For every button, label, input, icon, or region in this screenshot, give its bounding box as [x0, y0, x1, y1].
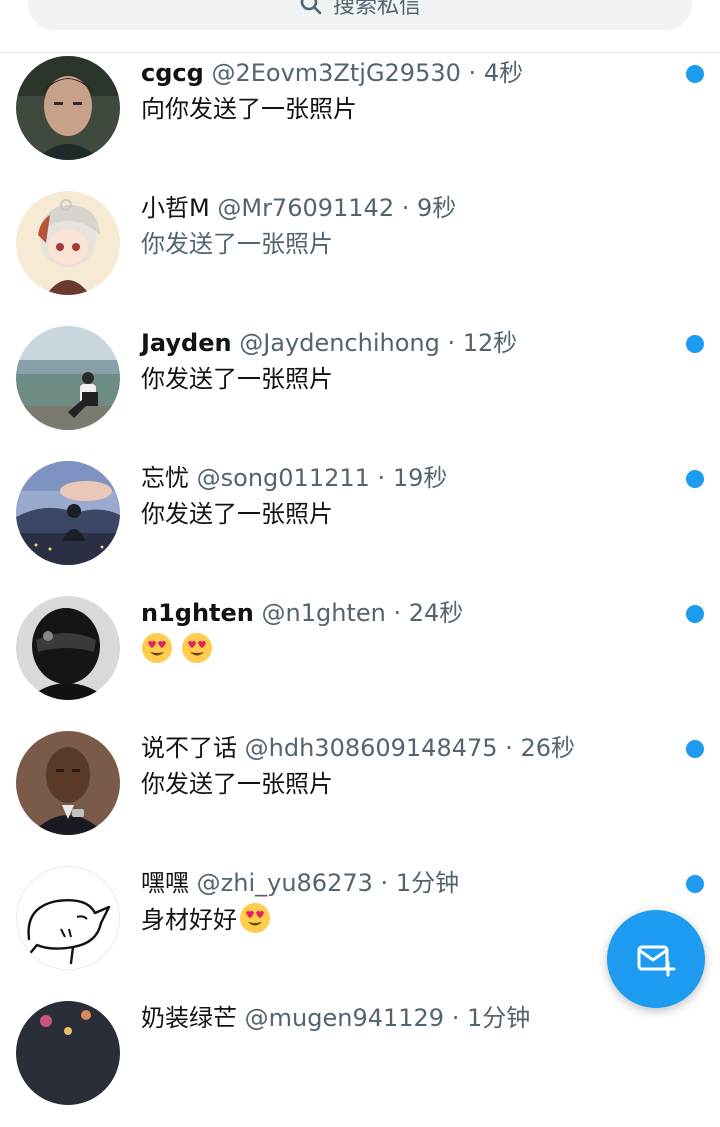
- conversation-header: 忘忧 @song011211 · 19秒: [141, 461, 447, 495]
- display-name: 说不了话: [141, 734, 237, 762]
- avatar[interactable]: [16, 191, 120, 295]
- unread-indicator: [686, 65, 704, 83]
- new-message-button[interactable]: [607, 910, 705, 1008]
- conversation-row[interactable]: 忘忧 @song011211 · 19秒 你发送了一张照片: [0, 457, 720, 587]
- unread-indicator: [686, 335, 704, 353]
- message-preview-text: 身材好好: [141, 906, 237, 934]
- separator: ·: [401, 194, 410, 222]
- separator: ·: [451, 1004, 460, 1032]
- user-handle: @song011211: [196, 464, 370, 492]
- separator: ·: [380, 869, 389, 897]
- search-area: 搜索私信: [0, 0, 720, 53]
- timestamp: 26秒: [520, 734, 575, 762]
- search-input[interactable]: 搜索私信: [28, 0, 692, 30]
- message-preview: 你发送了一张照片: [141, 770, 333, 798]
- message-preview: 向你发送了一张照片: [141, 95, 357, 123]
- separator: ·: [447, 329, 456, 357]
- user-handle: @2Eovm3ZtjG29530: [211, 59, 461, 87]
- heart-eyes-emoji: [182, 633, 212, 663]
- separator: ·: [505, 734, 513, 762]
- conversation-row[interactable]: 说不了话 @hdh308609148475 · 26秒 你发送了一张照片: [0, 727, 720, 857]
- conversation-header: n1ghten @n1ghten · 24秒: [141, 596, 463, 630]
- conversation-header: 说不了话 @hdh308609148475 · 26秒: [141, 731, 575, 765]
- unread-indicator: [686, 740, 704, 758]
- avatar[interactable]: [16, 596, 120, 700]
- heart-eyes-emoji: [142, 633, 172, 663]
- unread-indicator: [686, 470, 704, 488]
- conversation-row[interactable]: 奶装绿芒 @mugen941129 · 1分钟: [0, 997, 720, 1127]
- timestamp: 9秒: [417, 194, 457, 222]
- separator: ·: [393, 599, 402, 627]
- timestamp: 12秒: [462, 329, 518, 357]
- avatar[interactable]: [16, 326, 120, 430]
- avatar[interactable]: [16, 56, 120, 160]
- user-handle: @zhi_yu86273: [196, 869, 373, 897]
- timestamp: 1分钟: [395, 869, 460, 897]
- conversation-header: Jayden @Jaydenchihong · 12秒: [141, 326, 517, 360]
- conversation-header: 奶装绿芒 @mugen941129 · 1分钟: [141, 1001, 530, 1035]
- heart-eyes-emoji: [240, 903, 270, 933]
- conversation-header: 嘿嘿 @zhi_yu86273 · 1分钟: [141, 866, 459, 900]
- message-preview: 你发送了一张照片: [141, 365, 333, 393]
- conversation-row[interactable]: cgcg @2Eovm3ZtjG29530 · 4秒 向你发送了一张照片: [0, 52, 720, 182]
- display-name: 小哲M: [141, 194, 210, 222]
- timestamp: 19秒: [392, 464, 448, 492]
- search-icon: [300, 0, 322, 15]
- display-name: 忘忧: [141, 464, 189, 492]
- timestamp: 4秒: [483, 59, 524, 87]
- display-name: 嘿嘿: [141, 869, 189, 897]
- display-name: Jayden: [141, 329, 232, 357]
- conversation-row[interactable]: Jayden @Jaydenchihong · 12秒 你发送了一张照片: [0, 322, 720, 452]
- avatar[interactable]: [16, 866, 120, 970]
- separator: ·: [468, 59, 477, 87]
- display-name: cgcg: [141, 59, 204, 87]
- new-message-icon: [637, 945, 676, 977]
- display-name: 奶装绿芒: [141, 1004, 237, 1032]
- separator: ·: [377, 464, 386, 492]
- unread-indicator: [686, 605, 704, 623]
- message-preview: [141, 632, 221, 667]
- avatar[interactable]: [16, 1001, 120, 1105]
- user-handle: @mugen941129: [244, 1004, 445, 1032]
- message-preview: 身材好好: [141, 902, 279, 937]
- avatar[interactable]: [16, 731, 120, 835]
- message-preview: 你发送了一张照片: [141, 500, 333, 528]
- display-name: n1ghten: [141, 599, 254, 627]
- conversation-header: cgcg @2Eovm3ZtjG29530 · 4秒: [141, 56, 523, 90]
- user-handle: @hdh308609148475: [244, 734, 498, 762]
- conversation-header: 小哲M @Mr76091142 · 9秒: [141, 191, 456, 225]
- user-handle: @n1ghten: [261, 599, 386, 627]
- timestamp: 1分钟: [466, 1004, 531, 1032]
- timestamp: 24秒: [408, 599, 464, 627]
- avatar[interactable]: [16, 461, 120, 565]
- message-preview: 你发送了一张照片: [141, 230, 333, 258]
- conversation-row[interactable]: n1ghten @n1ghten · 24秒: [0, 592, 720, 722]
- user-handle: @Mr76091142: [217, 194, 395, 222]
- unread-indicator: [686, 875, 704, 893]
- conversation-row[interactable]: 小哲M @Mr76091142 · 9秒 你发送了一张照片: [0, 187, 720, 317]
- search-placeholder: 搜索私信: [332, 0, 421, 19]
- user-handle: @Jaydenchihong: [239, 329, 440, 357]
